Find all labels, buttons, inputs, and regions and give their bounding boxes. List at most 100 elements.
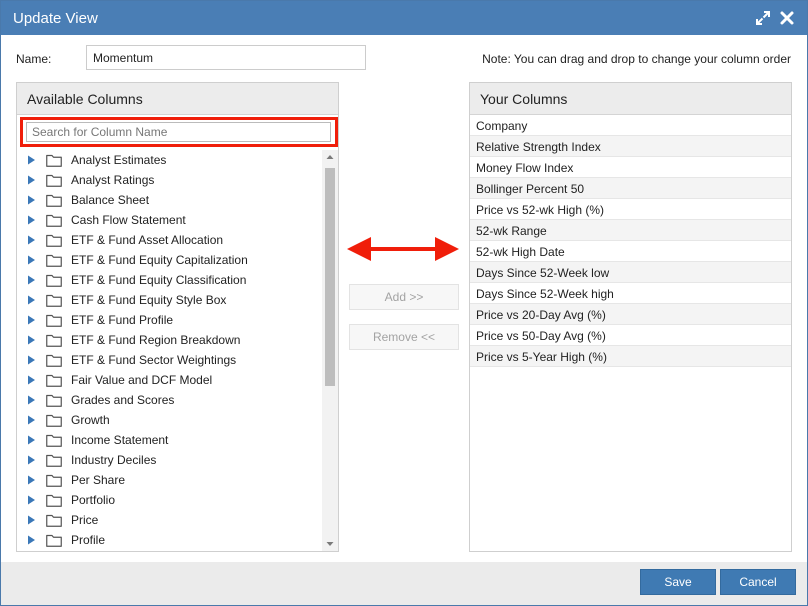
tree-item-label: Cash Flow Statement: [71, 213, 186, 227]
tree-item[interactable]: Analyst Ratings: [17, 170, 322, 190]
tree-item[interactable]: ETF & Fund Equity Classification: [17, 270, 322, 290]
expand-arrow-icon[interactable]: [27, 355, 36, 365]
your-columns-panel: Your Columns Company Relative Strength In…: [469, 82, 792, 552]
folder-icon: [46, 374, 62, 387]
expand-icon[interactable]: [755, 10, 771, 26]
tree-item[interactable]: Per Share: [17, 470, 322, 490]
expand-arrow-icon[interactable]: [27, 235, 36, 245]
tree-item[interactable]: ETF & Fund Sector Weightings: [17, 350, 322, 370]
folder-icon: [46, 394, 62, 407]
list-item[interactable]: Relative Strength Index: [470, 136, 791, 157]
tree-item-label: ETF & Fund Profile: [71, 313, 174, 327]
expand-arrow-icon[interactable]: [27, 255, 36, 265]
expand-arrow-icon[interactable]: [27, 395, 36, 405]
list-item[interactable]: 52-wk High Date: [470, 241, 791, 262]
folder-icon: [46, 514, 62, 527]
expand-arrow-icon[interactable]: [27, 375, 36, 385]
list-item[interactable]: Company: [470, 115, 791, 136]
tree-item[interactable]: Price: [17, 510, 322, 530]
expand-arrow-icon[interactable]: [27, 475, 36, 485]
expand-arrow-icon[interactable]: [27, 495, 36, 505]
scroll-down-arrow-icon[interactable]: [322, 537, 338, 551]
folder-icon: [46, 414, 62, 427]
tree-item-label: Industry Deciles: [71, 453, 157, 467]
folder-icon: [46, 214, 62, 227]
folder-icon: [46, 534, 62, 547]
search-highlight-box: [20, 117, 338, 147]
tree-item[interactable]: Growth: [17, 410, 322, 430]
tree-item[interactable]: Balance Sheet: [17, 190, 322, 210]
list-item[interactable]: Bollinger Percent 50: [470, 178, 791, 199]
folder-icon: [46, 434, 62, 447]
cancel-button[interactable]: Cancel: [720, 569, 796, 595]
list-item[interactable]: Price vs 20-Day Avg (%): [470, 304, 791, 325]
tree-item[interactable]: ETF & Fund Equity Capitalization: [17, 250, 322, 270]
folder-icon: [46, 254, 62, 267]
folder-icon: [46, 294, 62, 307]
your-columns-header: Your Columns: [470, 83, 791, 115]
expand-arrow-icon[interactable]: [27, 295, 36, 305]
list-item[interactable]: Price vs 5-Year High (%): [470, 346, 791, 367]
close-icon[interactable]: [779, 10, 795, 26]
name-input[interactable]: [86, 45, 366, 70]
tree-item[interactable]: Fair Value and DCF Model: [17, 370, 322, 390]
expand-arrow-icon[interactable]: [27, 175, 36, 185]
tree-item[interactable]: ETF & Fund Equity Style Box: [17, 290, 322, 310]
tree-item[interactable]: Profile: [17, 530, 322, 550]
tree-item-label: ETF & Fund Asset Allocation: [71, 233, 224, 247]
tree-item[interactable]: Portfolio: [17, 490, 322, 510]
tree-item[interactable]: Cash Flow Statement: [17, 210, 322, 230]
tree-item[interactable]: Analyst Estimates: [17, 150, 322, 170]
folder-icon: [46, 454, 62, 467]
list-item[interactable]: Days Since 52-Week high: [470, 283, 791, 304]
tree-item[interactable]: Income Statement: [17, 430, 322, 450]
list-item[interactable]: Price vs 52-wk High (%): [470, 199, 791, 220]
expand-arrow-icon[interactable]: [27, 315, 36, 325]
folder-icon: [46, 194, 62, 207]
expand-arrow-icon[interactable]: [27, 415, 36, 425]
folder-icon: [46, 354, 62, 367]
column-search-input[interactable]: [26, 122, 331, 142]
remove-button[interactable]: Remove <<: [349, 324, 459, 350]
tree-item-label: Balance Sheet: [71, 193, 150, 207]
folder-icon: [46, 494, 62, 507]
folder-icon: [46, 474, 62, 487]
tree-item-label: Per Share: [71, 473, 126, 487]
tree-item-label: Fair Value and DCF Model: [71, 373, 213, 387]
expand-arrow-icon[interactable]: [27, 455, 36, 465]
expand-arrow-icon[interactable]: [27, 155, 36, 165]
tree-item[interactable]: ETF & Fund Asset Allocation: [17, 230, 322, 250]
list-item[interactable]: Days Since 52-Week low: [470, 262, 791, 283]
available-columns-header: Available Columns: [17, 83, 338, 115]
tree-item[interactable]: ETF & Fund Region Breakdown: [17, 330, 322, 350]
list-item[interactable]: Price vs 50-Day Avg (%): [470, 325, 791, 346]
expand-arrow-icon[interactable]: [27, 515, 36, 525]
expand-arrow-icon[interactable]: [27, 535, 36, 545]
tree-item[interactable]: Industry Deciles: [17, 450, 322, 470]
scroll-up-arrow-icon[interactable]: [322, 150, 338, 164]
expand-arrow-icon[interactable]: [27, 335, 36, 345]
dialog-footer: Save Cancel: [1, 562, 807, 605]
save-button[interactable]: Save: [640, 569, 716, 595]
double-arrow-icon: [347, 237, 459, 261]
expand-arrow-icon[interactable]: [27, 195, 36, 205]
tree-item-label: Analyst Ratings: [71, 173, 155, 187]
expand-arrow-icon[interactable]: [27, 215, 36, 225]
tree-item-label: ETF & Fund Equity Style Box: [71, 293, 227, 307]
tree-item[interactable]: Grades and Scores: [17, 390, 322, 410]
tree-scrollbar[interactable]: [322, 150, 338, 551]
scrollbar-thumb[interactable]: [325, 168, 335, 386]
add-button[interactable]: Add >>: [349, 284, 459, 310]
expand-arrow-icon[interactable]: [27, 275, 36, 285]
tree-item-label: ETF & Fund Equity Classification: [71, 273, 247, 287]
folder-icon: [46, 154, 62, 167]
titlebar: Update View: [1, 1, 807, 35]
tree-item-label: ETF & Fund Sector Weightings: [71, 353, 237, 367]
tree-item-label: Growth: [71, 413, 110, 427]
tree-item-label: Profile: [71, 533, 106, 547]
tree-item[interactable]: ETF & Fund Profile: [17, 310, 322, 330]
expand-arrow-icon[interactable]: [27, 435, 36, 445]
list-item[interactable]: 52-wk Range: [470, 220, 791, 241]
list-item[interactable]: Money Flow Index: [470, 157, 791, 178]
tree-item-label: Grades and Scores: [71, 393, 175, 407]
